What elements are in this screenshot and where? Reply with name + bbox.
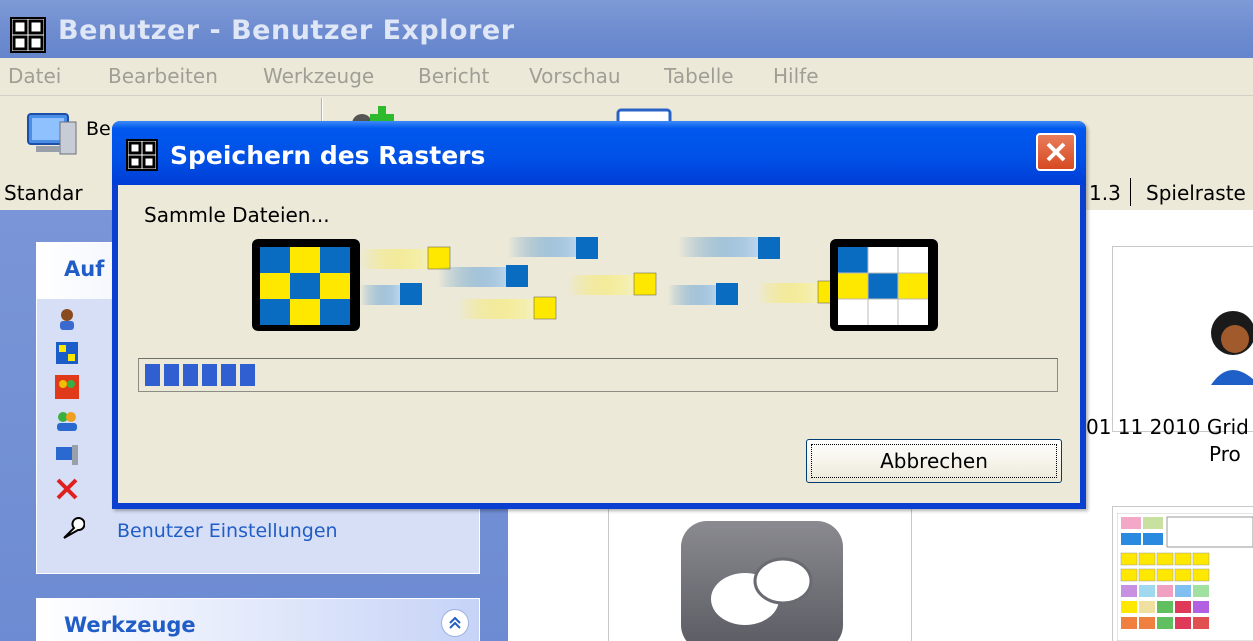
chat-card[interactable] [608, 500, 912, 641]
users-group-icon[interactable] [55, 409, 79, 433]
tools-panel-title: Werkzeuge [64, 613, 196, 637]
menu-bearbeiten[interactable]: Bearbeiten [108, 64, 218, 88]
menu-tabelle[interactable]: Tabelle [664, 64, 734, 88]
progress-bar [138, 358, 1058, 392]
file-transfer-animation [252, 237, 938, 331]
status-text: Sammle Dateien... [144, 203, 330, 227]
focus-ring [811, 444, 1057, 478]
computer-user-icon[interactable] [22, 108, 82, 158]
progress-block [183, 364, 198, 386]
symbol-grid-card[interactable] [1112, 506, 1253, 641]
chat-app-tile [681, 521, 843, 641]
computer-icon[interactable] [55, 443, 79, 467]
window-title: Benutzer - Benutzer Explorer [58, 15, 515, 46]
delete-icon[interactable] [55, 477, 79, 501]
tab-spielraster[interactable]: Spielraste [1146, 181, 1246, 205]
save-grid-dialog: Speichern des Rasters Sammle Dateien... [112, 121, 1086, 509]
dialog-title-bar[interactable]: Speichern des Rasters [112, 121, 1086, 185]
progress-block [164, 364, 179, 386]
toolbar-button-label: Be [86, 118, 111, 140]
menu-bericht[interactable]: Bericht [418, 64, 489, 88]
grid-app-icon [126, 139, 158, 171]
main-title-bar: Benutzer - Benutzer Explorer [0, 0, 1253, 58]
tab-divider [1130, 178, 1131, 206]
tools-panel: Werkzeuge [36, 598, 480, 641]
users-selected-icon[interactable] [55, 375, 79, 399]
grid-app-icon [10, 17, 46, 53]
wrench-icon[interactable] [61, 517, 85, 541]
close-button[interactable] [1036, 133, 1076, 171]
tools-panel-header[interactable]: Werkzeuge [37, 599, 479, 641]
tab-standard[interactable]: Standar [4, 181, 83, 205]
tasks-panel-title: Auf [64, 257, 105, 281]
person-avatar-icon [1211, 311, 1253, 385]
cancel-button[interactable]: Abbrechen [806, 439, 1062, 483]
dialog-title: Speichern des Rasters [170, 141, 486, 170]
menu-vorschau[interactable]: Vorschau [529, 64, 621, 88]
menu-werkzeuge[interactable]: Werkzeuge [263, 64, 374, 88]
grid-edit-icon[interactable] [55, 341, 79, 365]
menu-datei[interactable]: Datei [8, 64, 61, 88]
progress-block [221, 364, 236, 386]
progress-fill [145, 364, 255, 386]
tab-version[interactable]: 1.3 [1089, 181, 1121, 205]
card-caption-line2: Pro [1209, 442, 1241, 466]
user-settings-link[interactable]: Benutzer Einstellungen [117, 520, 338, 542]
progress-block [240, 364, 255, 386]
progress-block [202, 364, 217, 386]
user-icon[interactable] [55, 307, 79, 331]
collapse-icon[interactable] [441, 609, 469, 637]
grid-card-thumbnail[interactable] [1112, 246, 1253, 432]
dialog-body: Sammle Dateien... Abbrechen [118, 185, 1080, 503]
menu-hilfe[interactable]: Hilfe [773, 64, 819, 88]
chat-bubbles-icon [711, 557, 813, 625]
card-caption-line1: 01 11 2010 Grid [1086, 415, 1249, 439]
progress-block [145, 364, 160, 386]
close-icon [1046, 142, 1066, 162]
symbol-grid-thumbnail [1117, 513, 1253, 641]
menu-bar: Datei Bearbeiten Werkzeuge Bericht Vorsc… [0, 58, 1253, 96]
